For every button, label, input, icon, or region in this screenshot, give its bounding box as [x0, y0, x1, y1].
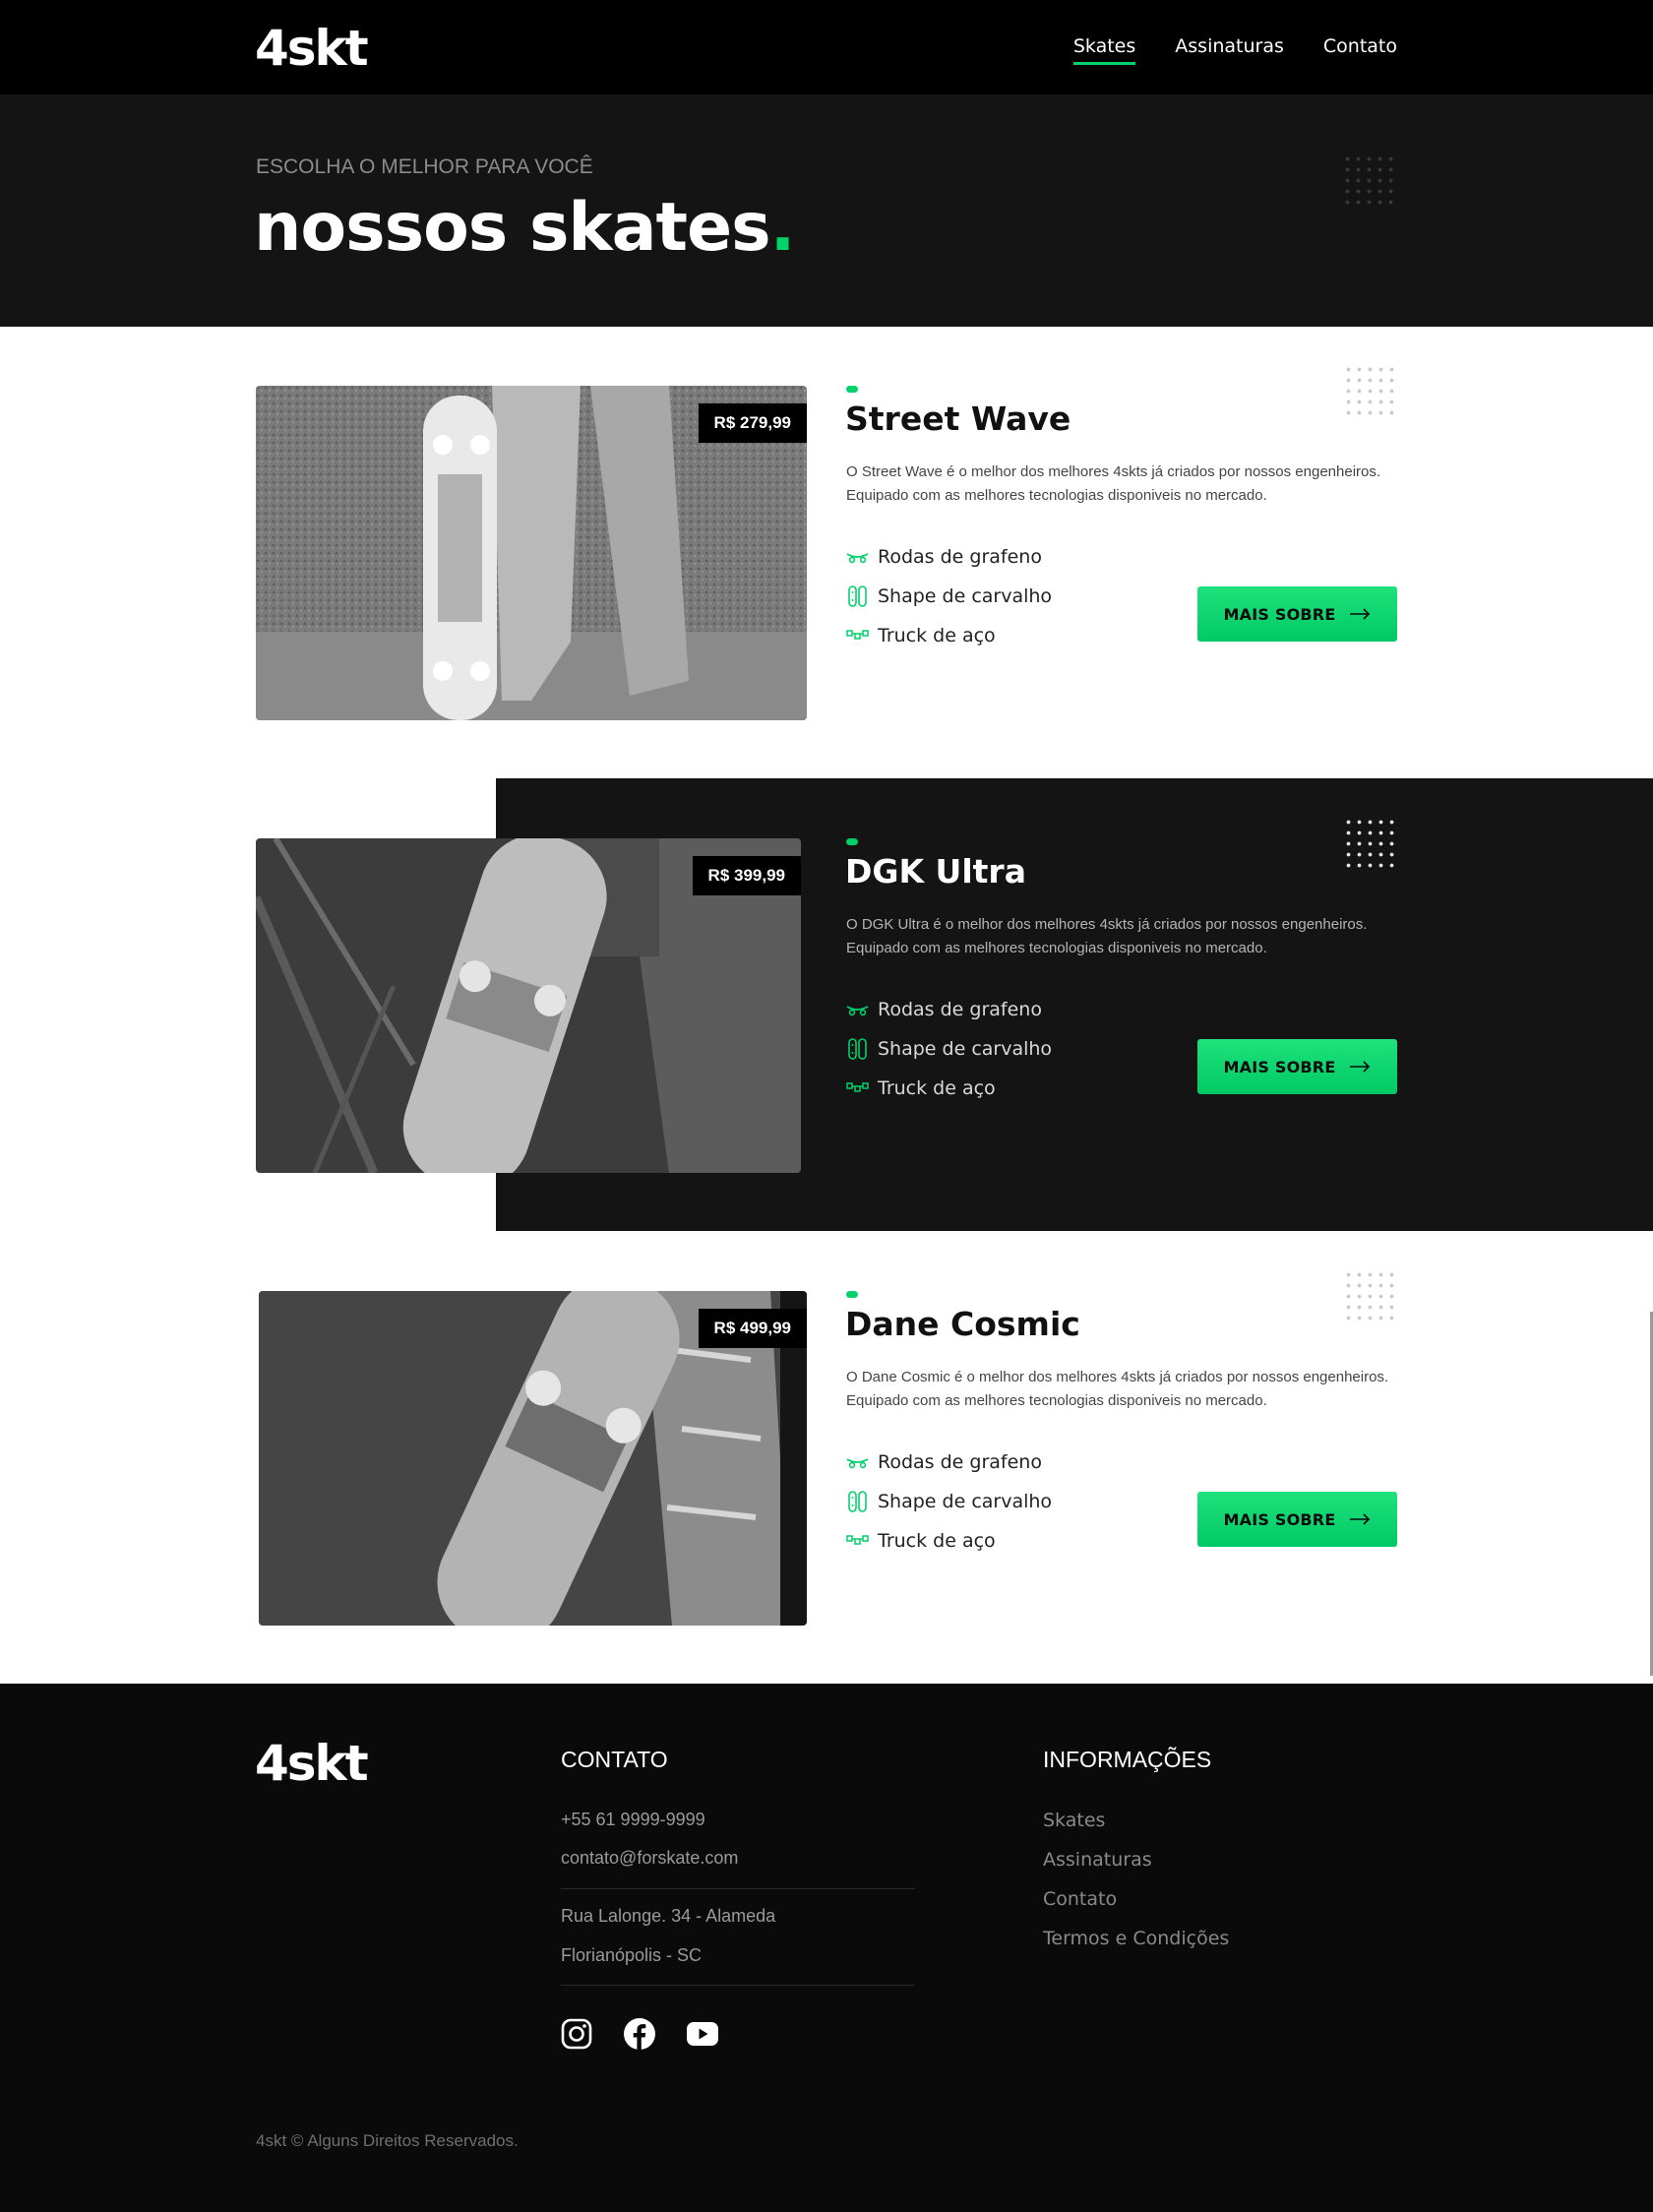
page-title: nossos skates. [254, 189, 796, 267]
footer-link-assinaturas[interactable]: Assinaturas [1043, 1849, 1152, 1871]
feature-item: Rodas de grafeno [846, 990, 1052, 1029]
product-description: O Street Wave é o melhor dos melhores 4s… [846, 463, 1381, 504]
product-photo: R$ 399,99 [256, 838, 801, 1173]
contact-phone[interactable]: +55 61 9999-9999 [561, 1810, 705, 1830]
skate-deck-icon [846, 1038, 869, 1060]
divider [561, 1985, 915, 1986]
divider [561, 1888, 915, 1889]
nav-link-assinaturas[interactable]: Assinaturas [1175, 35, 1284, 65]
truck-icon [846, 625, 869, 646]
skate-deck-icon [846, 1491, 869, 1512]
price-tag: R$ 399,99 [692, 856, 801, 895]
contact-heading: CONTATO [561, 1747, 668, 1772]
feature-list: Rodas de grafeno Shape de carvalho Truck… [846, 990, 1052, 1108]
product-photo: R$ 499,99 [259, 1291, 807, 1626]
nav-link-skates[interactable]: Skates [1072, 35, 1136, 65]
copyright-text: 4skt © Alguns Direitos Reservados. [256, 2131, 519, 2150]
hero-section: ESCOLHA O MELHOR PARA VOCÊ nossos skates… [0, 94, 1653, 327]
feature-item: Shape de carvalho [846, 1482, 1052, 1521]
mais-sobre-button[interactable]: MAIS SOBRE [1197, 1492, 1397, 1547]
facebook-icon[interactable] [622, 2016, 657, 2052]
page-title-text: nossos skates [254, 189, 771, 267]
skate-wheels-icon [846, 999, 869, 1020]
feature-item: Rodas de grafeno [846, 1443, 1052, 1482]
skate-wheels-icon [846, 1451, 869, 1473]
button-label: MAIS SOBRE [1223, 1509, 1336, 1529]
feature-label: Shape de carvalho [878, 585, 1053, 607]
hero-kicker: ESCOLHA O MELHOR PARA VOCÊ [256, 155, 593, 178]
top-navbar: 4skt Skates Assinaturas Contato [0, 0, 1653, 94]
product-description: O DGK Ultra é o melhor dos melhores 4skt… [846, 916, 1368, 956]
footer-logo[interactable]: 4skt [255, 1739, 369, 1788]
feature-item: Shape de carvalho [846, 577, 1052, 616]
truck-icon [846, 1077, 869, 1099]
product-photo: R$ 279,99 [256, 386, 807, 720]
feature-item: Truck de aço [846, 1069, 1052, 1108]
product-card: R$ 399,99 DGK Ultra O DGK Ultra é o melh… [0, 817, 1653, 1173]
footer-link-termos[interactable]: Termos e Condições [1043, 1928, 1229, 1949]
title-accent-dot: . [769, 189, 796, 267]
feature-label: Shape de carvalho [878, 1491, 1053, 1512]
arrow-right-icon [1349, 605, 1371, 624]
product-title: Dane Cosmic [845, 1305, 1080, 1343]
site-footer: 4skt CONTATO +55 61 9999-9999 contato@fo… [0, 1684, 1653, 2212]
product-title: DGK Ultra [845, 852, 1026, 891]
mais-sobre-button[interactable]: MAIS SOBRE [1197, 1039, 1397, 1094]
feature-item: Rodas de grafeno [846, 537, 1052, 577]
accent-pill [846, 386, 858, 393]
feature-item: Shape de carvalho [846, 1029, 1052, 1069]
product-title: Street Wave [845, 399, 1071, 438]
skate-wheels-icon [846, 546, 869, 568]
nav-link-contato[interactable]: Contato [1323, 35, 1397, 65]
youtube-icon[interactable] [685, 2016, 720, 2052]
dot-pattern-decoration [1342, 154, 1397, 209]
feature-label: Rodas de grafeno [878, 546, 1042, 568]
site-logo[interactable]: 4skt [255, 24, 369, 73]
mais-sobre-button[interactable]: MAIS SOBRE [1197, 586, 1397, 642]
contact-address-line2: Florianópolis - SC [561, 1945, 703, 1965]
accent-pill [846, 1291, 858, 1298]
feature-item: Truck de aço [846, 1521, 1052, 1561]
feature-list: Rodas de grafeno Shape de carvalho Truck… [846, 537, 1052, 655]
feature-list: Rodas de grafeno Shape de carvalho Truck… [846, 1443, 1052, 1561]
dot-pattern-decoration [1343, 1269, 1398, 1324]
dot-pattern-decoration [1343, 817, 1398, 872]
button-label: MAIS SOBRE [1223, 1057, 1336, 1076]
main-nav: Skates Assinaturas Contato [1072, 35, 1397, 65]
accent-pill [846, 838, 858, 845]
product-description: O Dane Cosmic é o melhor dos melhores 4s… [846, 1369, 1389, 1409]
feature-label: Rodas de grafeno [878, 999, 1042, 1020]
product-card: R$ 279,99 Street Wave O Street Wave é o … [0, 364, 1653, 720]
instagram-icon[interactable] [559, 2016, 594, 2052]
button-label: MAIS SOBRE [1223, 604, 1336, 624]
product-card: R$ 499,99 Dane Cosmic O Dane Cosmic é o … [0, 1269, 1653, 1626]
feature-label: Truck de aço [878, 1077, 996, 1099]
footer-link-contato[interactable]: Contato [1043, 1888, 1117, 1910]
footer-link-skates[interactable]: Skates [1043, 1810, 1105, 1831]
dot-pattern-decoration [1343, 364, 1398, 419]
price-tag: R$ 499,99 [698, 1309, 807, 1348]
feature-label: Rodas de grafeno [878, 1451, 1042, 1473]
contact-email[interactable]: contato@forskate.com [561, 1848, 738, 1869]
feature-label: Shape de carvalho [878, 1038, 1053, 1060]
skate-deck-icon [846, 585, 869, 607]
arrow-right-icon [1349, 1510, 1371, 1529]
arrow-right-icon [1349, 1058, 1371, 1076]
feature-item: Truck de aço [846, 616, 1052, 655]
truck-icon [846, 1530, 869, 1552]
feature-label: Truck de aço [878, 625, 996, 646]
price-tag: R$ 279,99 [698, 403, 807, 443]
feature-label: Truck de aço [878, 1530, 996, 1552]
contact-address-line1: Rua Lalonge. 34 - Alameda [561, 1906, 776, 1926]
info-heading: INFORMAÇÕES [1043, 1747, 1212, 1772]
